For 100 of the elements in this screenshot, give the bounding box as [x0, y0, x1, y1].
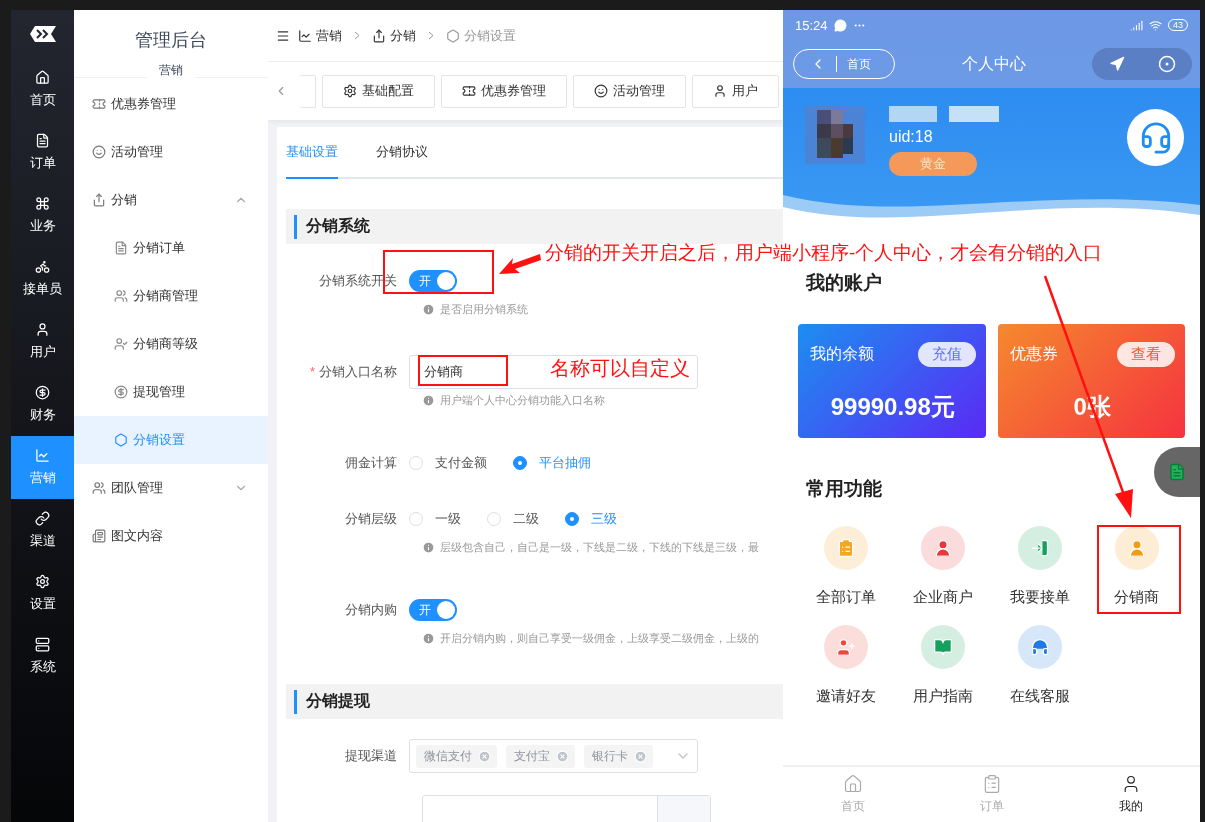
function-label[interactable]: 分销商 — [1114, 588, 1160, 607]
select-tag: 支付宝 — [506, 744, 575, 768]
sidebar-item[interactable]: 渠道 — [11, 499, 74, 562]
ticket-icon — [92, 97, 106, 111]
location-arrow-icon[interactable] — [1108, 56, 1125, 72]
field-label: 分销系统开关 — [319, 273, 397, 288]
add-user-icon[interactable] — [824, 625, 869, 669]
user-icon — [35, 322, 50, 337]
breadcrumb-link[interactable]: 分销 — [372, 26, 416, 45]
remove-icon[interactable] — [478, 749, 491, 763]
bike-icon — [35, 259, 50, 274]
hexagon-icon — [114, 433, 128, 447]
sidebar-item[interactable]: 财务 — [11, 373, 74, 436]
nav-tag[interactable]: 优惠券管理 — [441, 74, 567, 108]
function-label[interactable]: 邀请好友 — [816, 687, 877, 706]
nav-tag[interactable]: 活动管理 — [573, 74, 686, 108]
settings-icon — [35, 574, 50, 589]
sidebar-item[interactable]: 用户 — [11, 310, 74, 373]
document-icon — [35, 133, 50, 148]
info-icon — [422, 302, 435, 316]
home-icon — [35, 70, 50, 85]
hexagon-icon — [446, 28, 460, 43]
headset-icon[interactable] — [1127, 109, 1184, 166]
radio-button[interactable] — [513, 456, 527, 470]
card-action-button[interactable]: 充值 — [917, 342, 976, 367]
document-icon — [114, 241, 128, 255]
section-title: 常用功能 — [805, 477, 883, 501]
breadcrumb-link[interactable]: 营销 — [298, 26, 342, 45]
link-icon — [35, 511, 50, 526]
card-label: 我的余额 — [810, 344, 874, 364]
signal-icon — [1130, 18, 1143, 32]
input-field[interactable] — [422, 795, 711, 822]
info-icon — [422, 631, 435, 645]
remove-icon[interactable] — [556, 749, 569, 763]
radio-label[interactable]: 二级 — [513, 510, 539, 528]
annotation-arrow — [499, 254, 541, 274]
required-mark: * — [309, 364, 315, 379]
person-icon[interactable] — [921, 526, 966, 570]
function-label[interactable]: 全部订单 — [816, 588, 877, 607]
server-icon — [35, 637, 50, 652]
capsule-menu[interactable] — [1092, 48, 1192, 80]
newspaper-icon — [92, 529, 106, 543]
field-label: 分销层级 — [345, 511, 397, 526]
smile-icon — [594, 84, 608, 98]
chat-icon — [833, 18, 847, 32]
users-icon — [92, 481, 106, 495]
section-title: 我的账户 — [805, 271, 883, 295]
nav-tag[interactable]: 用户 — [692, 74, 779, 108]
sidebar-item[interactable]: 设置 — [11, 562, 74, 625]
hint-text: 层级包含自己，自己是一级，下线是二级，下线的下线是三级，最 — [440, 539, 759, 555]
wifi-icon — [1149, 18, 1162, 32]
app-title: 管理后台 — [134, 29, 208, 52]
sidebar-item[interactable]: 业务 — [11, 184, 74, 247]
person-icon[interactable] — [1114, 526, 1159, 570]
sidebar-item[interactable]: 首页 — [11, 58, 74, 121]
book-icon[interactable] — [921, 625, 966, 669]
hint-text: 是否启用分销系统 — [440, 301, 528, 317]
sidebar-item[interactable]: 订单 — [11, 121, 74, 184]
headphones-icon[interactable] — [1017, 625, 1062, 669]
tab[interactable]: 分销协议 — [376, 127, 428, 179]
member-level-badge: 黄金 — [889, 152, 977, 176]
select-tag: 微信支付 — [416, 744, 497, 768]
coin-icon — [114, 385, 128, 399]
settings-icon — [343, 84, 357, 98]
function-label[interactable]: 用户指南 — [913, 687, 974, 706]
annotation-text: 名称可以自定义 — [550, 356, 690, 381]
select-tag: 银行卡 — [584, 744, 653, 768]
user-id: uid:18 — [889, 128, 934, 146]
info-icon — [422, 540, 435, 554]
hint-text: 开启分销内购，则自己享受一级佣金，上级享受二级佣金，上级的 — [440, 630, 759, 646]
section-title: 分销提现 — [286, 684, 783, 719]
clipboard-icon[interactable] — [824, 526, 869, 570]
radio-label[interactable]: 一级 — [435, 510, 461, 528]
blurred-avatar — [805, 106, 865, 164]
smile-icon — [92, 145, 106, 159]
function-label[interactable]: 企业商户 — [913, 588, 974, 607]
radio-button[interactable] — [565, 512, 579, 526]
coin-icon — [35, 385, 50, 400]
chart-icon — [298, 28, 312, 43]
sidebar-item[interactable]: 系统 — [11, 625, 74, 688]
share-icon — [92, 193, 106, 207]
close-circle-icon[interactable] — [1157, 55, 1176, 73]
remove-icon[interactable] — [634, 749, 647, 763]
ticket-icon — [462, 84, 476, 98]
share-icon — [372, 28, 386, 43]
home-icon — [842, 774, 863, 794]
nav-tag[interactable]: 基础配置 — [322, 74, 435, 108]
function-label[interactable]: 我要接单 — [1009, 588, 1070, 607]
login-icon[interactable] — [1017, 526, 1062, 570]
floating-button[interactable] — [1154, 447, 1200, 497]
user-check-icon — [114, 337, 128, 351]
field-label: 提现渠道 — [345, 748, 397, 763]
page-title: 个人中心 — [961, 53, 1026, 74]
function-label[interactable]: 在线客服 — [1009, 687, 1070, 706]
menu-icon[interactable] — [276, 28, 290, 43]
user-icon — [713, 84, 727, 98]
radio-label[interactable]: 支付金额 — [435, 454, 487, 472]
sidebar-item[interactable]: 接单员 — [11, 247, 74, 310]
info-icon — [422, 393, 435, 407]
tabbar-item[interactable]: 我的 — [1061, 767, 1200, 822]
